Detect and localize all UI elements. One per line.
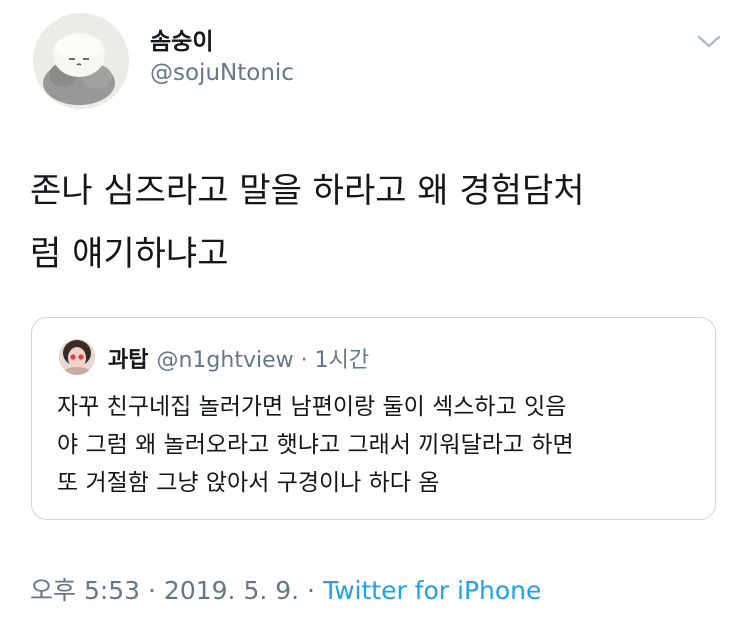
plush-toy-avatar-icon: [33, 13, 129, 109]
author-avatar[interactable]: [33, 13, 129, 109]
quoted-tweet-header: 과탑 @n1ghtview · 1시간: [108, 342, 369, 374]
quoted-author-avatar: [59, 339, 95, 375]
tweet-text-line: 존나 심즈라고 말을 하라고 왜 경험담처: [30, 171, 585, 211]
quoted-tweet[interactable]: 과탑 @n1ghtview · 1시간 자꾸 친구네집 놀러가면 남편이랑 둘이 …: [31, 317, 716, 520]
tweet-source-link[interactable]: Twitter for iPhone: [323, 576, 541, 605]
quoted-author-handle: @n1ghtview: [156, 348, 294, 373]
quoted-text-line: 자꾸 친구네집 놀러가면 남편이랑 둘이 섹스하고 잇음: [57, 394, 567, 420]
author-display-name[interactable]: 솜숭이: [150, 22, 213, 56]
quoted-author-name: 과탑: [108, 348, 149, 373]
author-handle[interactable]: @sojuNtonic: [150, 60, 294, 86]
quoted-tweet-text: 자꾸 친구네집 놀러가면 남편이랑 둘이 섹스하고 잇음 야 그럼 왜 놀러오라…: [57, 388, 707, 502]
quoted-text-line: 또 거절함 그냥 앉아서 구경이나 하다 옴: [57, 470, 440, 496]
quoted-tweet-time: · 1시간: [293, 348, 370, 373]
tweet-text-line: 럼 얘기하냐고: [30, 234, 229, 274]
tweet-text: 존나 심즈라고 말을 하라고 왜 경험담처 럼 얘기하냐고: [30, 160, 720, 286]
chevron-down-icon: [697, 35, 721, 48]
quoted-text-line: 야 그럼 왜 놀러오라고 햇냐고 그래서 끼워달라고 하면: [57, 432, 574, 458]
tweet-meta: 오후 5:53 · 2019. 5. 9. · Twitter for iPho…: [30, 571, 541, 607]
tweet-menu-button[interactable]: [694, 28, 724, 54]
tweet-card: 솜숭이 @sojuNtonic 존나 심즈라고 말을 하라고 왜 경험담처 럼 …: [0, 0, 750, 626]
tweet-timestamp[interactable]: 오후 5:53 · 2019. 5. 9. ·: [30, 576, 323, 605]
person-photo-avatar-icon: [59, 339, 95, 375]
